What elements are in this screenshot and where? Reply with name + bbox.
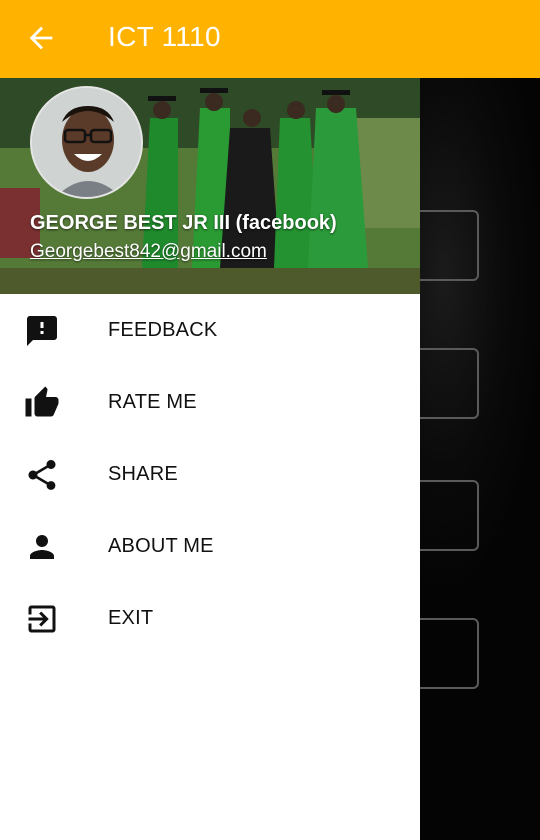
menu-item-share[interactable]: SHARE [0, 438, 420, 510]
background-card [414, 480, 479, 551]
menu-item-label: ABOUT ME [108, 535, 214, 557]
menu-item-label: SHARE [108, 463, 178, 485]
menu-item-exit[interactable]: EXIT [0, 582, 420, 654]
menu-item-label: RATE ME [108, 391, 197, 413]
app-bar: ICT 1110 [0, 0, 540, 78]
feedback-icon [27, 316, 57, 346]
menu-item-feedback[interactable]: FEEDBACK [0, 294, 420, 366]
navigation-drawer: GEORGE BEST JR III (facebook) Georgebest… [0, 78, 420, 840]
person-icon [30, 535, 54, 559]
share-icon [28, 460, 56, 490]
background-card [414, 210, 479, 281]
menu-item-label: EXIT [108, 607, 154, 629]
user-email[interactable]: Georgebest842@gmail.com [30, 241, 267, 263]
thumb-up-icon [25, 386, 59, 417]
menu-item-about-me[interactable]: ABOUT ME [0, 510, 420, 582]
background-card [414, 348, 479, 419]
exit-icon [28, 605, 56, 633]
page-title: ICT 1110 [108, 21, 221, 52]
drawer-menu: FEEDBACK RATE ME SHARE ABOUT ME EXIT [0, 294, 420, 654]
user-name: GEORGE BEST JR III (facebook) [30, 212, 337, 234]
menu-item-rate-me[interactable]: RATE ME [0, 366, 420, 438]
back-arrow-icon[interactable] [24, 21, 58, 55]
drawer-header: GEORGE BEST JR III (facebook) Georgebest… [0, 78, 420, 294]
menu-item-label: FEEDBACK [108, 319, 218, 341]
drawer-scrim[interactable] [420, 78, 540, 840]
avatar[interactable] [30, 86, 143, 199]
background-card [414, 618, 479, 689]
